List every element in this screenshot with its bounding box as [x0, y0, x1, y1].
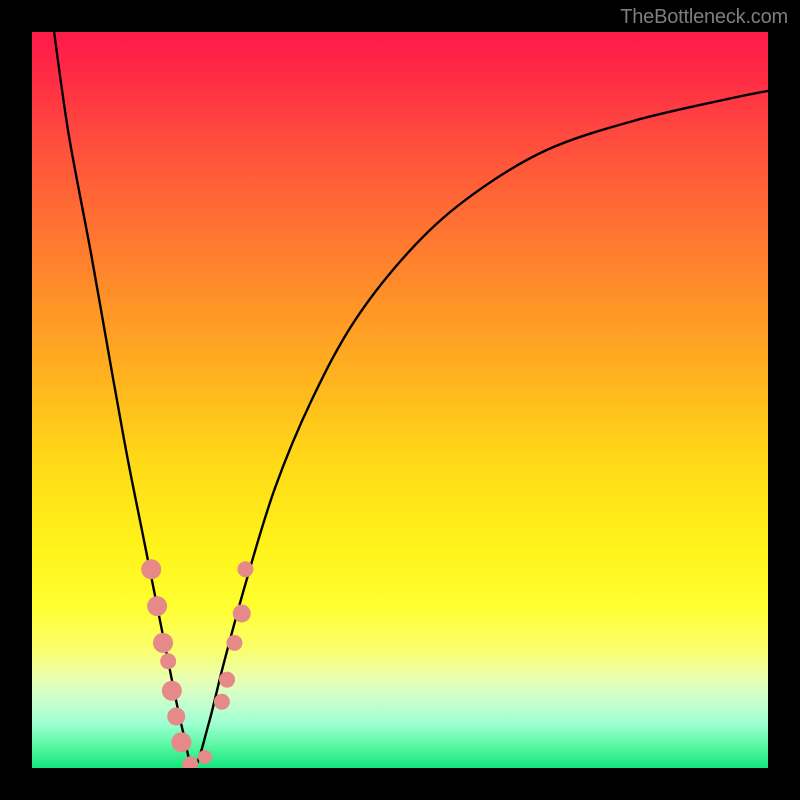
- highlight-markers: [141, 559, 253, 768]
- plot-area: [32, 32, 768, 768]
- marker-dot: [214, 694, 230, 710]
- marker-dot: [162, 681, 182, 701]
- marker-dot: [226, 635, 242, 651]
- watermark-text: TheBottleneck.com: [620, 6, 788, 29]
- marker-dot: [198, 750, 212, 764]
- marker-dot: [153, 633, 173, 653]
- marker-dot: [171, 732, 191, 752]
- marker-dot: [219, 672, 235, 688]
- chart-frame: TheBottleneck.com: [0, 0, 800, 800]
- marker-dot: [147, 596, 167, 616]
- marker-dot: [233, 604, 251, 622]
- marker-dot: [160, 653, 176, 669]
- marker-dot: [237, 561, 253, 577]
- chart-svg: [32, 32, 768, 768]
- marker-dot: [141, 559, 161, 579]
- marker-dot: [167, 707, 185, 725]
- marker-dot: [182, 756, 198, 768]
